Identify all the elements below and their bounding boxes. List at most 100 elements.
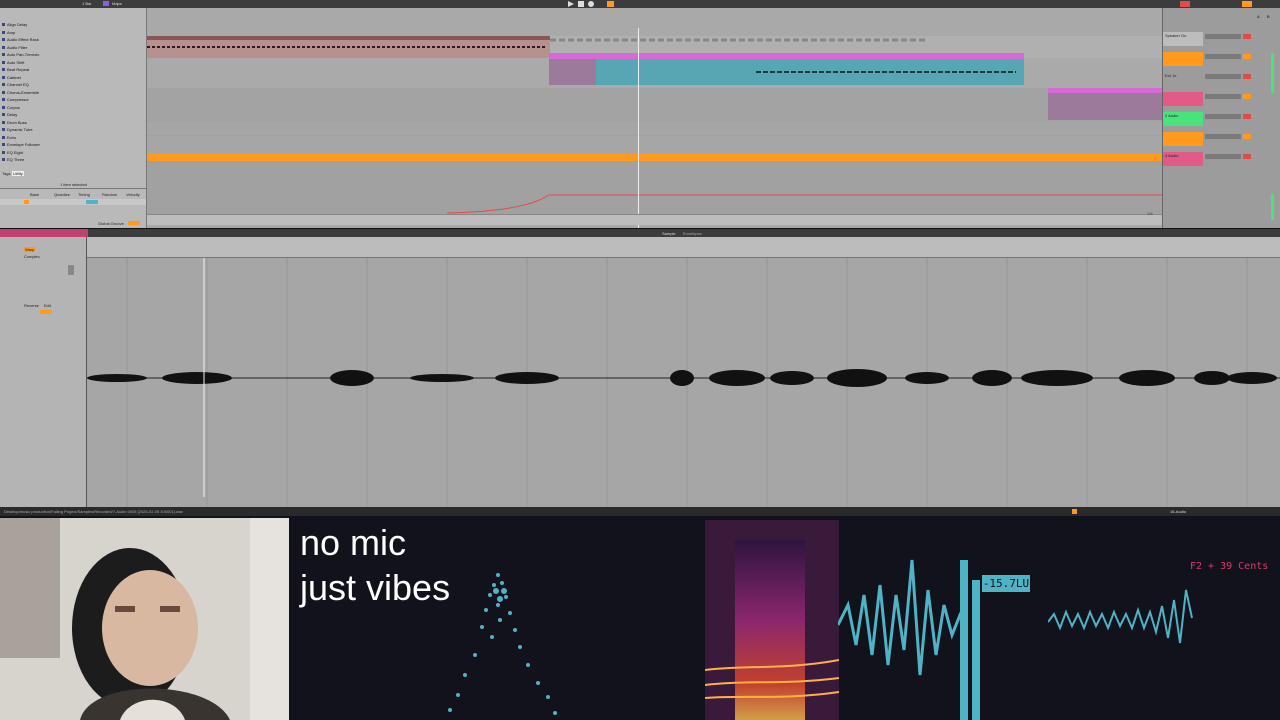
loudness-readout: -15.7LU (982, 575, 1030, 592)
sample-ruler[interactable] (87, 237, 1280, 258)
loudness-meter-bar (960, 560, 968, 720)
automation-envelope (446, 194, 1162, 214)
browser-item[interactable]: Chorus-Ensemble (1, 90, 39, 95)
scale-selector[interactable]: Major (112, 1, 122, 6)
browser-item[interactable]: Audio Effect Rack (2, 37, 39, 42)
track-lane-3[interactable] (147, 88, 1162, 123)
browser-item[interactable]: Dynamic Tube (2, 127, 33, 132)
browser-item[interactable]: EQ Eight (1, 150, 23, 155)
io-selector[interactable] (1205, 114, 1241, 119)
io-selector[interactable] (1205, 54, 1241, 59)
sample-waveform (87, 257, 1280, 507)
track-activator-button[interactable] (1243, 94, 1251, 99)
track-activator-button[interactable] (1243, 34, 1251, 39)
browser-item[interactable]: Beat Repeat (1, 67, 29, 72)
browser-item[interactable]: Corpus (2, 105, 20, 110)
groove-hot-swap[interactable] (24, 200, 29, 204)
groove-header: Base (30, 192, 40, 197)
mixer-track-name: Speaker On (1165, 33, 1187, 38)
tags-label: Tags (2, 171, 11, 176)
mixer-track-name: 4 Audio (1165, 153, 1179, 158)
stop-icon[interactable] (578, 1, 584, 7)
spectrogram (705, 520, 839, 720)
pitch-waveform (1048, 589, 1193, 644)
automation-indicator (1072, 509, 1077, 514)
transpose-knob[interactable] (68, 265, 74, 275)
streamer-portrait (0, 518, 289, 720)
group-track-orange[interactable] (147, 154, 1162, 161)
io-selector[interactable] (1205, 154, 1241, 159)
clip-header-3[interactable] (1048, 88, 1162, 93)
mixer-track-header[interactable]: 4 Audio (1163, 152, 1203, 166)
browser-item[interactable]: Echo (1, 135, 16, 140)
midi-indicator (1242, 1, 1252, 7)
io-selector[interactable] (1205, 94, 1241, 99)
tab-sample[interactable]: Sample (662, 231, 676, 236)
browser-item[interactable]: Delay (1, 112, 17, 117)
groove-header: Timing (78, 192, 90, 197)
oscilloscope (838, 559, 968, 676)
quantize-selector[interactable]: 1 Bar (82, 1, 92, 6)
browser-item[interactable]: Envelope Follower (2, 142, 40, 147)
status-bar: Desktop/music production/Falling Project… (0, 507, 1280, 516)
mixer-track-name: 2 Audio (1165, 113, 1179, 118)
clip-properties: Warp Complex Reverse Edit (0, 237, 87, 507)
selected-track-label: 16-Audio (1170, 509, 1187, 514)
mixer-track-name: Ext. In (1165, 73, 1177, 78)
track-activator-button[interactable] (1243, 134, 1251, 139)
overdub-button[interactable] (607, 1, 614, 7)
play-icon[interactable] (568, 1, 574, 7)
key-indicator[interactable] (103, 1, 109, 6)
io-selector[interactable] (1205, 74, 1241, 79)
browser-item[interactable]: Drum Buss (2, 120, 27, 125)
clip-title-bar[interactable] (0, 229, 88, 237)
edit-button[interactable]: Edit (44, 303, 51, 308)
sample-editor[interactable] (87, 237, 1280, 507)
automation-lane[interactable] (147, 122, 1162, 154)
gain-value[interactable] (40, 310, 52, 314)
send-a-label: A (1257, 14, 1260, 19)
browser-item[interactable]: Audio Filter (1, 45, 27, 50)
global-groove-amount[interactable] (128, 221, 140, 225)
cpu-meter (1180, 1, 1190, 7)
track-activator-button[interactable] (1243, 74, 1251, 79)
groove-headers: Base Quantize Timing Random Velocity (30, 192, 146, 198)
browser-item[interactable]: Channel EQ (2, 82, 29, 87)
browser-item[interactable]: Cabinet (2, 75, 21, 80)
playhead[interactable] (638, 28, 639, 228)
time-ruler[interactable] (147, 214, 1162, 225)
track-activator-button[interactable] (1243, 114, 1251, 119)
mixer-track-header[interactable]: Speaker On (1163, 32, 1203, 46)
browser-item[interactable]: EQ Three (1, 157, 24, 162)
browser-item[interactable]: Auto Shift (1, 60, 24, 65)
track-activator-button[interactable] (1243, 154, 1251, 159)
browser-item[interactable]: Amp (1, 30, 15, 35)
warp-mode[interactable]: Complex (24, 254, 40, 259)
browser-item[interactable]: Auto Pan-Tremolo (1, 52, 39, 57)
browser-item[interactable]: Align Delay (1, 22, 27, 27)
mixer-panel: Speaker On Ext. In 2 Audio 4 Audio A B (1162, 8, 1280, 228)
timing-value[interactable] (86, 200, 98, 204)
record-icon[interactable] (588, 1, 594, 7)
loudness-meter-bar-2 (972, 580, 980, 720)
browser-item[interactable]: Compressor (2, 97, 29, 102)
clip-waveform-2 (756, 71, 1016, 73)
tag-utility[interactable]: Utility (12, 171, 24, 176)
warp-toggle[interactable]: Warp (24, 247, 36, 252)
master-meter (1271, 194, 1274, 220)
send-b-label: B (1267, 14, 1270, 19)
mixer-track-header[interactable] (1163, 92, 1203, 106)
mixer-track-header[interactable] (1163, 132, 1203, 146)
io-selector[interactable] (1205, 134, 1241, 139)
reverse-button[interactable]: Reverse (24, 303, 39, 308)
io-selector[interactable] (1205, 34, 1241, 39)
tab-envelopes[interactable]: Envelopes (683, 231, 702, 236)
track-activator-button[interactable] (1243, 54, 1251, 59)
mixer-track-header[interactable]: 2 Audio (1163, 112, 1203, 126)
mixer-track-header[interactable]: Ext. In (1163, 72, 1203, 86)
stereo-scope (448, 573, 557, 715)
page-counter: 1/8 (1147, 211, 1153, 216)
mixer-track-header[interactable] (1163, 52, 1203, 66)
browser-panel: Align Delay Amp Audio Effect Rack Audio Fil… (0, 8, 147, 228)
file-path: Desktop/music production/Falling Project… (4, 509, 183, 514)
